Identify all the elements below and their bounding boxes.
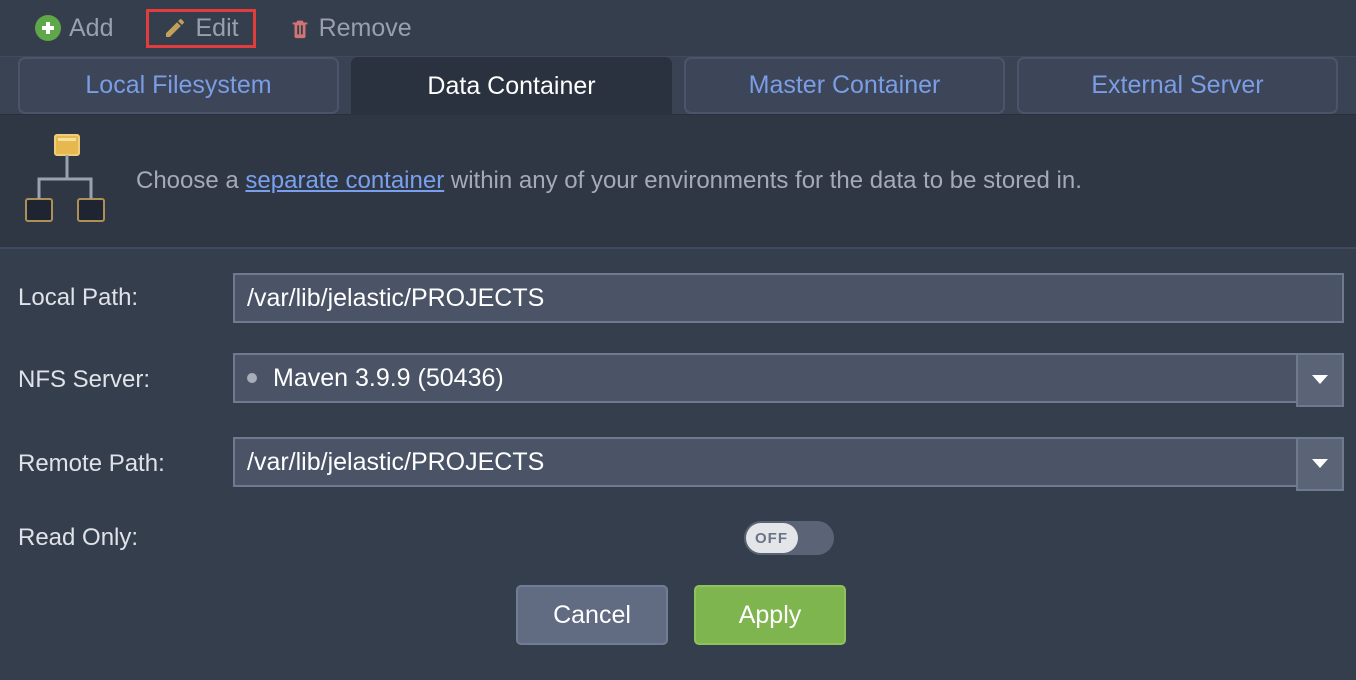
chevron-down-icon <box>1311 374 1329 386</box>
nfs-server-value: Maven 3.9.9 (50436) <box>233 353 1296 403</box>
apply-button[interactable]: Apply <box>694 585 846 645</box>
cancel-button[interactable]: Cancel <box>516 585 668 645</box>
tab-label: Local Filesystem <box>85 71 271 100</box>
edit-label: Edit <box>195 14 238 43</box>
tab-external-server[interactable]: External Server <box>1017 57 1338 114</box>
description-text: Choose a separate container within any o… <box>136 167 1082 195</box>
trash-icon <box>289 16 311 40</box>
tab-label: Data Container <box>427 72 595 101</box>
read-only-label: Read Only: <box>18 524 233 552</box>
remote-path-select[interactable]: /var/lib/jelastic/PROJECTS <box>233 437 1344 491</box>
remove-label: Remove <box>319 14 412 43</box>
remote-path-row: Remote Path: /var/lib/jelastic/PROJECTS <box>18 437 1344 491</box>
tab-data-container[interactable]: Data Container <box>351 57 672 115</box>
local-path-input[interactable] <box>233 273 1344 323</box>
tab-label: Master Container <box>749 71 941 100</box>
nfs-server-select[interactable]: Maven 3.9.9 (50436) <box>233 353 1344 407</box>
nfs-server-dropdown-button[interactable] <box>1296 353 1344 407</box>
cancel-label: Cancel <box>553 601 631 630</box>
remote-path-label: Remote Path: <box>18 450 233 478</box>
status-dot-icon <box>247 373 257 383</box>
pencil-icon <box>163 16 187 40</box>
add-label: Add <box>69 14 113 43</box>
local-path-label: Local Path: <box>18 284 233 312</box>
tab-label: External Server <box>1091 71 1263 100</box>
apply-label: Apply <box>739 601 802 630</box>
description-before: Choose a <box>136 167 245 194</box>
container-tree-icon <box>22 133 108 229</box>
read-only-toggle[interactable]: OFF <box>744 521 834 555</box>
tabs: Local Filesystem Data Container Master C… <box>0 56 1356 115</box>
read-only-row: Read Only: OFF <box>18 521 1344 555</box>
nfs-server-label: NFS Server: <box>18 366 233 394</box>
remote-path-value: /var/lib/jelastic/PROJECTS <box>233 437 1296 487</box>
nfs-server-text: Maven 3.9.9 (50436) <box>273 364 504 393</box>
nfs-server-row: NFS Server: Maven 3.9.9 (50436) <box>18 353 1344 407</box>
edit-button[interactable]: Edit <box>146 9 255 48</box>
plus-icon <box>35 15 61 41</box>
form: Local Path: NFS Server: Maven 3.9.9 (504… <box>0 249 1356 645</box>
button-row: Cancel Apply <box>18 585 1344 645</box>
chevron-down-icon <box>1311 458 1329 470</box>
tab-master-container[interactable]: Master Container <box>684 57 1005 114</box>
remove-button[interactable]: Remove <box>272 9 429 48</box>
remote-path-text: /var/lib/jelastic/PROJECTS <box>247 448 544 477</box>
separate-container-link[interactable]: separate container <box>245 167 444 194</box>
toolbar: Add Edit Remove <box>0 0 1356 56</box>
tab-local-filesystem[interactable]: Local Filesystem <box>18 57 339 114</box>
local-path-row: Local Path: <box>18 273 1344 323</box>
description-after: within any of your environments for the … <box>444 167 1082 194</box>
add-button[interactable]: Add <box>18 9 130 48</box>
description: Choose a separate container within any o… <box>0 115 1356 249</box>
toggle-state: OFF <box>746 523 798 553</box>
remote-path-dropdown-button[interactable] <box>1296 437 1344 491</box>
